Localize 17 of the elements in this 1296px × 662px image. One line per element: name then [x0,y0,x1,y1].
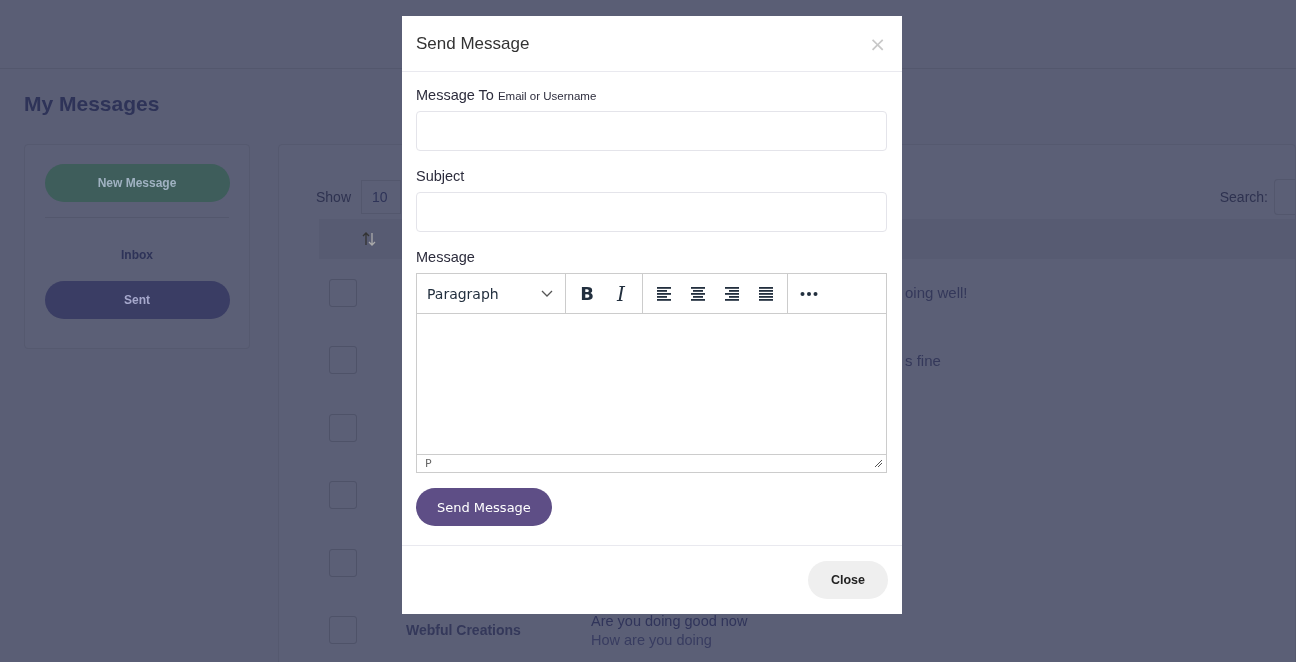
field-label: Message [416,249,475,265]
close-dialog-button[interactable]: Close [807,561,888,599]
resize-handle-icon[interactable] [874,459,883,468]
dialog-title: Send Message [416,33,530,54]
folder-button[interactable]: Sent [44,281,230,319]
input-field[interactable] [416,192,887,232]
block-format-dropdown[interactable]: Paragraph [421,277,559,310]
send-message-button[interactable]: Send Message [416,488,552,526]
element-path: P [425,457,432,470]
bold-button[interactable]: B [572,278,602,309]
field-label: Message To [416,87,494,103]
field-hint: Email or Username [497,90,597,102]
input-field[interactable] [416,111,887,151]
chevron-down-icon [541,289,553,298]
italic-button[interactable]: I [606,278,636,309]
field-label: Subject [416,168,465,184]
sort-icon[interactable] [361,231,377,247]
